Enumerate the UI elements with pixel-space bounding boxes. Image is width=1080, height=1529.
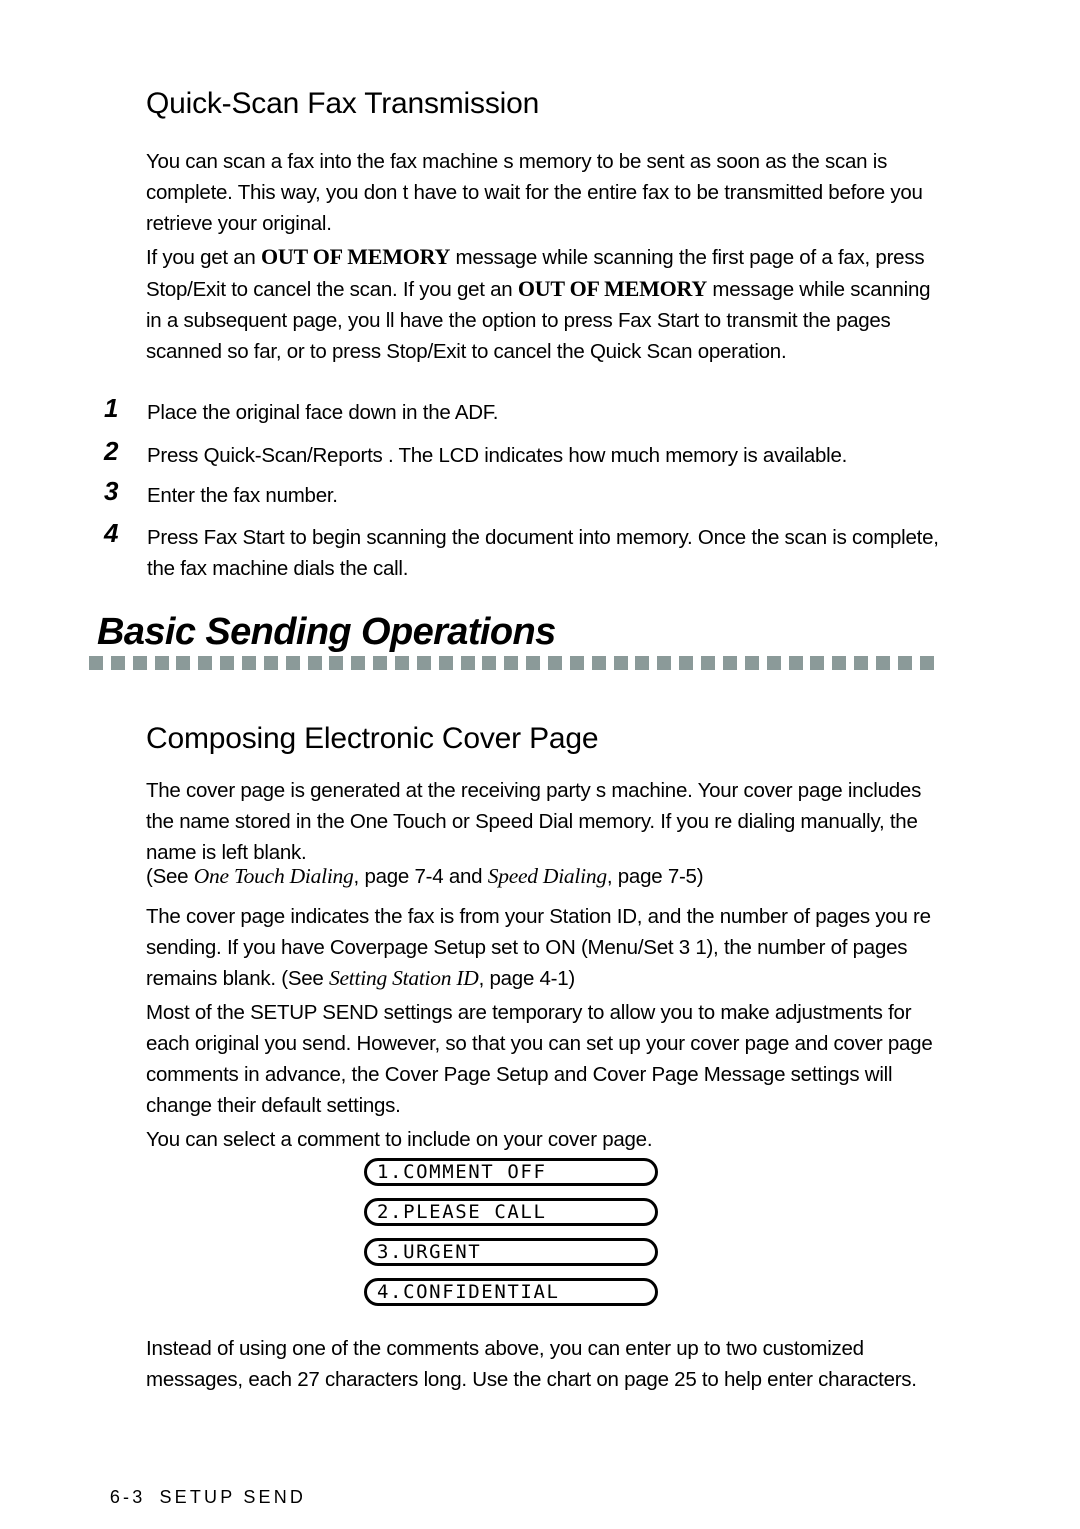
xref-title-speed-dialing: Speed Dialing (487, 864, 607, 888)
step-number: 2 (104, 436, 119, 466)
step-text: Press Fax Start to begin scanning the do… (147, 526, 939, 580)
rule-square (89, 656, 103, 670)
rule-square (329, 656, 344, 670)
xref-text-c: , page 7-5) (606, 865, 704, 888)
rule-square (679, 656, 694, 670)
chapter-heading-basic-sending: Basic Sending Operations (97, 611, 556, 653)
rule-square (504, 656, 519, 670)
rule-square (198, 656, 213, 670)
rule-square (220, 656, 235, 670)
rule-square (810, 656, 825, 670)
rule-square (285, 656, 300, 670)
rule-square (395, 656, 410, 670)
xref-text-b: , page 7-4 and (353, 865, 488, 888)
rule-square (416, 656, 431, 670)
xref-title-one-touch: One Touch Dialing (193, 864, 354, 888)
rule-square (548, 656, 563, 670)
step-number: 1 (104, 393, 119, 423)
p4-text-b: , page 4-1) (478, 967, 576, 990)
rule-square (919, 656, 934, 670)
paragraph-out-of-memory: If you get an OUT OF MEMORY message whil… (146, 241, 936, 367)
p2-emphasis-1: OUT OF MEMORY (261, 244, 451, 269)
cross-reference-dialing: (See One Touch Dialing, page 7-4 and Spe… (146, 861, 946, 892)
paragraph-station-id: The cover page indicates the fax is from… (146, 901, 936, 994)
xref-text-a: (See (146, 865, 194, 888)
xref-title-setting-station-id: Setting Station ID (329, 966, 479, 990)
step-number: 4 (104, 518, 119, 548)
lcd-option-label: 3.URGENT (377, 1240, 482, 1263)
lcd-display-box: 4.CONFIDENTIAL (364, 1278, 658, 1306)
rule-square (832, 656, 847, 670)
rule-square (482, 656, 497, 670)
page-footer: 6-3 SETUP SEND (77, 1466, 306, 1529)
lcd-option-label: 4.CONFIDENTIAL (377, 1280, 560, 1303)
p2-emphasis-2: OUT OF MEMORY (517, 276, 707, 301)
decorative-square-rule (89, 656, 934, 670)
p2-text-a: If you get an (146, 246, 262, 269)
rule-square (591, 656, 606, 670)
rule-square (875, 656, 890, 670)
lcd-option-list: 1.COMMENT OFF 2.PLEASE CALL 3.URGENT 4.C… (364, 1158, 658, 1318)
paragraph-setup-send: Most of the SETUP SEND settings are temp… (146, 1001, 933, 1117)
rule-square (854, 656, 869, 670)
rule-square (132, 656, 147, 670)
step-item: 4 Press Fax Start to begin scanning the … (104, 518, 944, 584)
step-item: 3 Enter the fax number. (104, 476, 944, 511)
rule-square (176, 656, 191, 670)
rule-square (110, 656, 125, 670)
rule-square (722, 656, 737, 670)
rule-square (460, 656, 475, 670)
section-heading-quick-scan: Quick-Scan Fax Transmission (146, 87, 540, 120)
rule-square (569, 656, 584, 670)
paragraph-custom-messages: Instead of using one of the comments abo… (146, 1337, 917, 1391)
rule-square (635, 656, 650, 670)
rule-square (766, 656, 781, 670)
rule-square (526, 656, 541, 670)
lcd-option-label: 2.PLEASE CALL (377, 1200, 547, 1223)
rule-square (438, 656, 453, 670)
step-text: Enter the fax number. (147, 484, 338, 507)
step-text: Place the original face down in the ADF. (147, 401, 499, 424)
rule-square (788, 656, 803, 670)
rule-square (242, 656, 257, 670)
footer-page-number: 6-3 (109, 1487, 146, 1507)
lcd-display-box: 2.PLEASE CALL (364, 1198, 658, 1226)
rule-square (613, 656, 628, 670)
step-number: 3 (104, 476, 119, 506)
manual-page: Quick-Scan Fax Transmission You can scan… (0, 0, 1080, 1529)
paragraph-quick-scan-intro: You can scan a fax into the fax machine … (146, 150, 923, 235)
lcd-option-label: 1.COMMENT OFF (377, 1160, 547, 1183)
step-item: 1 Place the original face down in the AD… (104, 393, 944, 428)
lcd-display-box: 3.URGENT (364, 1238, 658, 1266)
rule-square (373, 656, 388, 670)
step-text: Press Quick-Scan/Reports . The LCD indic… (147, 444, 848, 467)
lcd-display-box: 1.COMMENT OFF (364, 1158, 658, 1186)
rule-square (351, 656, 366, 670)
rule-square (307, 656, 322, 670)
paragraph-select-comment: You can select a comment to include on y… (146, 1128, 653, 1151)
footer-section-name: SETUP SEND (159, 1487, 307, 1507)
step-item: 2 Press Quick-Scan/Reports . The LCD ind… (104, 436, 944, 471)
rule-square (263, 656, 278, 670)
rule-square (897, 656, 912, 670)
section-heading-composing: Composing Electronic Cover Page (146, 722, 599, 755)
rule-square (701, 656, 716, 670)
rule-square (744, 656, 759, 670)
rule-square (154, 656, 169, 670)
paragraph-cover-page-generated: The cover page is generated at the recei… (146, 779, 922, 864)
rule-square (657, 656, 672, 670)
